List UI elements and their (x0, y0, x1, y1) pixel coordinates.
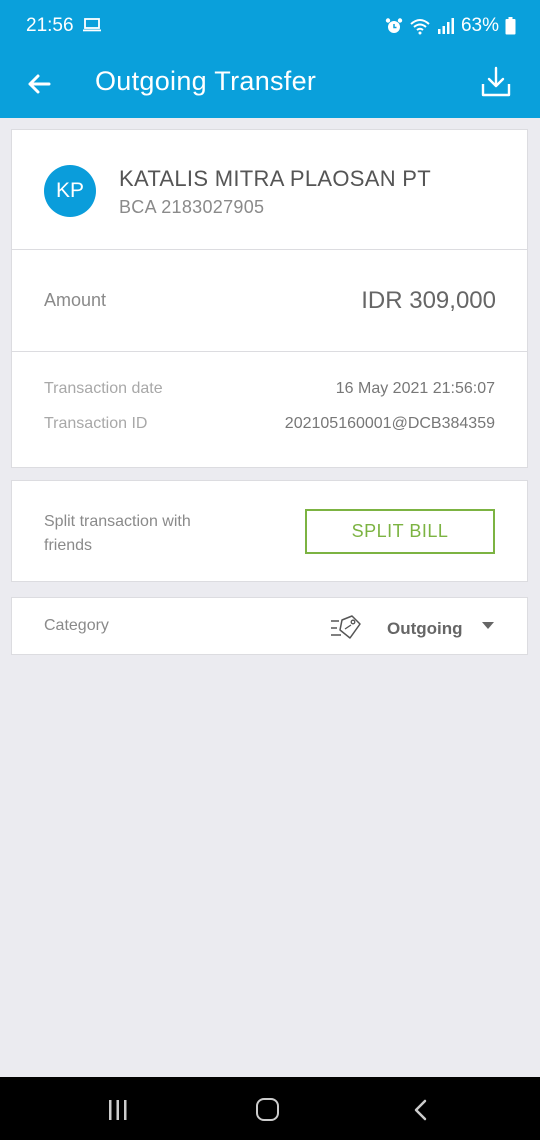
page-title: Outgoing Transfer (95, 66, 317, 96)
amount-value: IDR 309,000 (361, 287, 496, 314)
payee-name: KATALIS MITRA PLAOSAN PT (119, 166, 432, 191)
wifi-icon (410, 19, 430, 35)
category-value[interactable]: Outgoing (387, 619, 463, 639)
transaction-date-label: Transaction date (44, 380, 163, 397)
tag-icon (331, 615, 361, 639)
category-row[interactable]: Category Outgoing (11, 597, 528, 655)
transaction-id-value: 202105160001@DCB384359 (284, 415, 495, 432)
transaction-id-label: Transaction ID (44, 415, 148, 432)
battery-percent: 63% (460, 15, 499, 36)
transaction-details-card: KP KATALIS MITRA PLAOSAN PT BCA 21830279… (11, 129, 528, 468)
signal-icon (437, 18, 454, 34)
status-bar: 21:56 63% (0, 0, 540, 52)
split-bill-button[interactable]: SPLIT BILL (305, 509, 495, 554)
split-bill-card: Split transaction with friends SPLIT BIL… (11, 480, 528, 582)
payee-account: BCA 2183027905 (119, 197, 265, 217)
avatar: KP (44, 165, 96, 217)
home-icon[interactable] (256, 1098, 279, 1121)
divider (12, 351, 527, 352)
chevron-down-icon[interactable] (482, 622, 494, 629)
status-time: 21:56 (26, 15, 74, 36)
transaction-date-value: 16 May 2021 21:56:07 (335, 380, 495, 397)
status-icons: 63% (385, 15, 516, 37)
back-icon[interactable] (412, 1099, 428, 1121)
recent-apps-icon[interactable] (107, 1099, 129, 1121)
divider (12, 249, 527, 250)
system-nav-bar (0, 1077, 540, 1140)
category-label: Category (44, 617, 109, 634)
app-bar: Outgoing Transfer (0, 52, 540, 118)
arrow-left-icon[interactable] (22, 67, 56, 101)
split-description: Split transaction with friends (44, 513, 191, 554)
alarm-icon (385, 18, 403, 33)
laptop-icon (83, 18, 101, 32)
amount-label: Amount (44, 290, 107, 310)
battery-icon (505, 17, 516, 35)
download-icon[interactable] (478, 64, 514, 100)
